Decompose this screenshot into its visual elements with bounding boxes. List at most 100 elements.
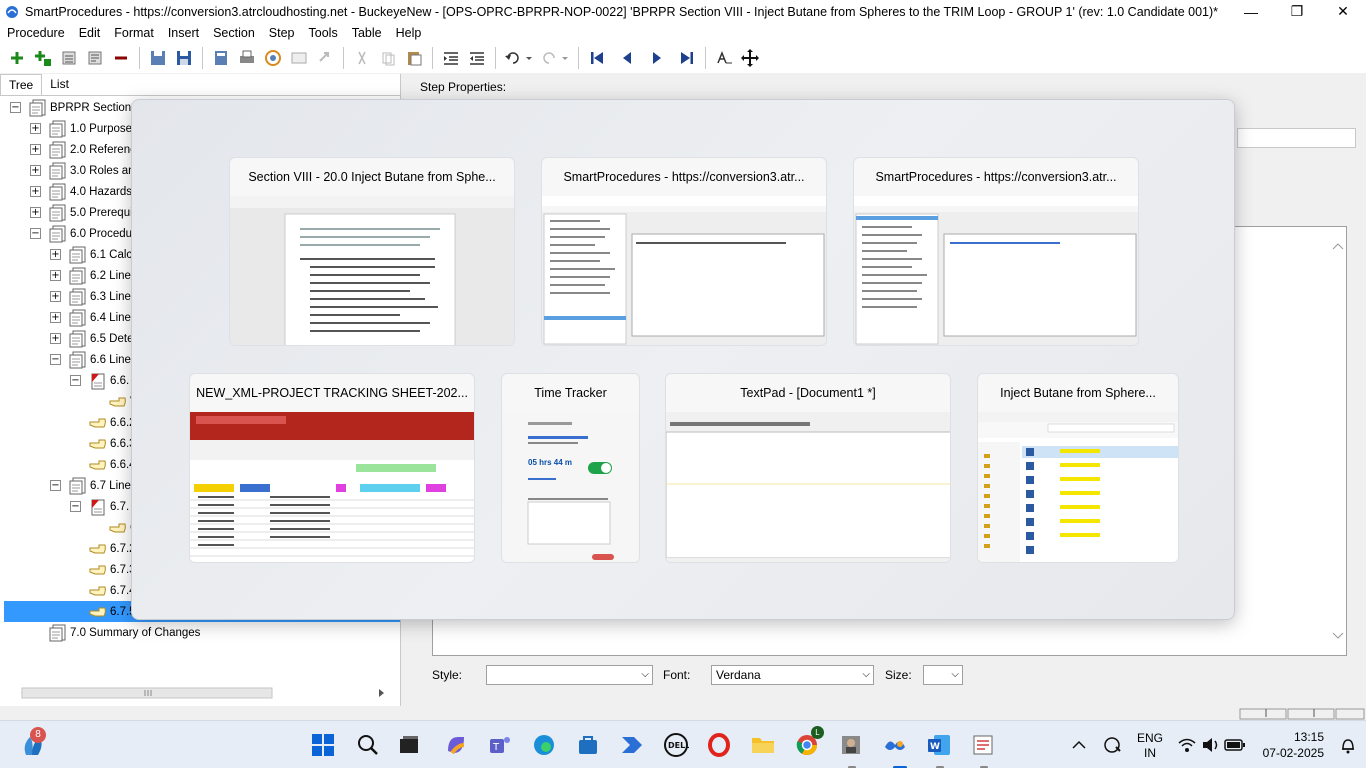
menu-insert[interactable]: Insert xyxy=(161,26,206,40)
switcher-window-textpad[interactable]: TextPad - [Document1 *] xyxy=(665,373,951,563)
widgets-icon[interactable]: 8 xyxy=(18,727,50,761)
next-icon[interactable] xyxy=(644,45,670,71)
expand-icon[interactable]: + xyxy=(30,207,41,218)
collapse-icon[interactable]: − xyxy=(70,375,81,386)
style-select[interactable]: ⌵ xyxy=(486,665,653,685)
expand-icon[interactable]: + xyxy=(50,333,61,344)
expand-icon[interactable]: + xyxy=(50,249,61,260)
task-view-icon[interactable] xyxy=(393,729,425,761)
file-explorer-icon[interactable] xyxy=(747,729,779,761)
restore-button[interactable]: ❐ xyxy=(1274,0,1320,23)
redo-icon[interactable] xyxy=(537,45,573,71)
print-icon[interactable] xyxy=(234,45,260,71)
indent-icon[interactable] xyxy=(438,45,464,71)
tree-node[interactable]: +4.0 Hazards a xyxy=(30,181,142,202)
edge-icon[interactable] xyxy=(528,729,560,761)
add-child-icon[interactable] xyxy=(30,45,56,71)
copy-icon[interactable] xyxy=(375,45,401,71)
tree-node[interactable]: 6.7.2 xyxy=(70,538,136,559)
sync-icon[interactable] xyxy=(260,45,286,71)
clock[interactable]: 13:15 07-02-2025 xyxy=(1260,729,1324,761)
expand-icon[interactable]: + xyxy=(30,144,41,155)
notifications-bell-icon[interactable] xyxy=(1334,729,1362,761)
properties-icon[interactable] xyxy=(82,45,108,71)
collapse-icon[interactable]: − xyxy=(70,501,81,512)
tree-node[interactable]: +6.5 Dete xyxy=(50,328,133,349)
menu-tools[interactable]: Tools xyxy=(302,26,345,40)
volume-icon[interactable] xyxy=(1199,729,1223,761)
export-icon[interactable] xyxy=(208,45,234,71)
redo-disabled-icon[interactable] xyxy=(312,45,338,71)
save-icon[interactable] xyxy=(171,45,197,71)
remove-icon[interactable] xyxy=(108,45,134,71)
store-icon[interactable] xyxy=(572,729,604,761)
menu-procedure[interactable]: Procedure xyxy=(0,26,72,40)
window-icon[interactable] xyxy=(286,45,312,71)
tab-list[interactable]: List xyxy=(42,74,77,95)
minimize-button[interactable]: — xyxy=(1228,0,1274,23)
menu-help[interactable]: Help xyxy=(389,26,429,40)
tree-node[interactable]: − 6.7. xyxy=(70,496,129,517)
tree-node[interactable]: 6.7.5 xyxy=(70,601,136,622)
language-indicator[interactable]: ENG IN xyxy=(1137,731,1163,761)
expand-icon[interactable]: + xyxy=(30,186,41,197)
switcher-window-time-tracker[interactable]: Time Tracker 05 hrs 44 m xyxy=(501,373,640,563)
textpad-icon[interactable] xyxy=(967,729,999,761)
tree-node[interactable]: 6.6.4 xyxy=(70,454,136,475)
tree-node[interactable]: +6.3 Line- xyxy=(50,286,135,307)
expand-icon[interactable]: + xyxy=(50,270,61,281)
sync-status-icon[interactable] xyxy=(1097,729,1127,761)
power-automate-icon[interactable] xyxy=(616,729,648,761)
add-icon[interactable] xyxy=(4,45,30,71)
tree-node[interactable]: +6.4 Line- xyxy=(50,307,135,328)
chevron-up-icon[interactable] xyxy=(1064,729,1094,761)
save-to-server-icon[interactable] xyxy=(145,45,171,71)
collapse-icon[interactable]: − xyxy=(10,102,21,113)
tree-node[interactable]: 6.7.3 xyxy=(70,559,136,580)
paste-icon[interactable] xyxy=(401,45,427,71)
dell-icon[interactable]: DELL xyxy=(660,729,692,761)
tab-tree[interactable]: Tree xyxy=(0,74,43,95)
menu-section[interactable]: Section xyxy=(206,26,262,40)
smartprocedures-taskbar-icon[interactable] xyxy=(835,729,867,761)
switcher-window-explorer[interactable]: Inject Butane from Sphere... xyxy=(977,373,1179,563)
size-select[interactable]: ⌵ xyxy=(923,665,963,685)
expand-icon[interactable]: + xyxy=(50,312,61,323)
font-select[interactable]: Verdana ⌵ xyxy=(711,665,874,685)
last-icon[interactable] xyxy=(674,45,700,71)
teams-icon[interactable]: T xyxy=(484,729,516,761)
cut-icon[interactable] xyxy=(349,45,375,71)
tree-node[interactable]: − 6.6 Line- xyxy=(50,349,135,370)
tree-node[interactable]: 6.6.3 xyxy=(70,433,136,454)
tree-node[interactable]: − 6.0 Procedur xyxy=(30,223,136,244)
close-button[interactable]: ✕ xyxy=(1320,0,1366,23)
tree-node[interactable]: +1.0 Purpose xyxy=(30,118,132,139)
chrome-icon[interactable]: L xyxy=(791,726,824,761)
tree-node[interactable]: +5.0 Prerequis xyxy=(30,202,138,223)
word-icon[interactable]: W xyxy=(923,729,955,761)
previous-icon[interactable] xyxy=(614,45,640,71)
menu-step[interactable]: Step xyxy=(262,26,302,40)
expand-icon[interactable]: + xyxy=(50,291,61,302)
expand-icon[interactable]: + xyxy=(30,165,41,176)
battery-icon[interactable] xyxy=(1223,729,1247,761)
tree-node[interactable]: 6.7.4 xyxy=(70,580,136,601)
wifi-icon[interactable] xyxy=(1175,729,1199,761)
tree-node[interactable]: +6.1 Calcu xyxy=(50,244,139,265)
switcher-window-smartprocedures-2[interactable]: SmartProcedures - https://conversion3.at… xyxy=(853,157,1139,346)
collapse-icon[interactable]: − xyxy=(50,354,61,365)
copilot-icon[interactable] xyxy=(440,729,472,761)
move-icon[interactable] xyxy=(737,45,763,71)
opera-icon[interactable] xyxy=(703,729,735,761)
tree-node[interactable]: − 6.7 Line- xyxy=(50,475,135,496)
tree-node[interactable]: 6.6.2 xyxy=(70,412,136,433)
start-icon[interactable] xyxy=(307,729,339,761)
find-replace-icon[interactable] xyxy=(711,45,737,71)
switcher-window-excel[interactable]: NEW_XML-PROJECT TRACKING SHEET-202... xyxy=(189,373,475,563)
tree-node[interactable]: +6.2 Line- xyxy=(50,265,135,286)
switcher-window-smartprocedures-1[interactable]: SmartProcedures - https://conversion3.at… xyxy=(541,157,827,346)
expand-icon[interactable]: + xyxy=(30,123,41,134)
tree-node[interactable]: +2.0 Referenc xyxy=(30,139,136,160)
tree-node[interactable]: − 6.6. xyxy=(70,370,129,391)
menu-format[interactable]: Format xyxy=(107,26,161,40)
